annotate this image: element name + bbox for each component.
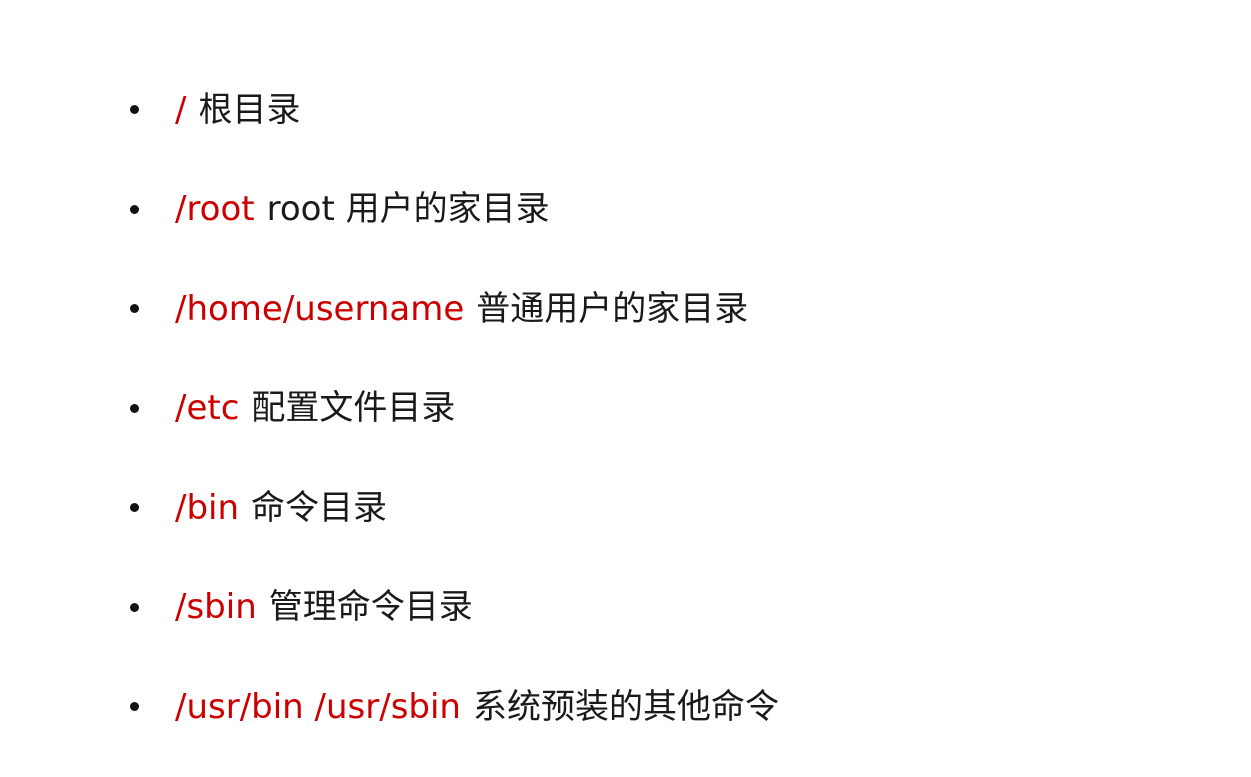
list-item-etc: /etc 配置文件目录	[120, 359, 779, 459]
bullet-icon	[130, 105, 139, 115]
directory-description: 管理命令目录	[268, 587, 473, 628]
bullet-icon	[130, 503, 139, 513]
directory-description: 配置文件目录	[251, 388, 456, 429]
slide: / 根目录 /root root 用户的家目录 /home/username 普…	[0, 0, 1251, 777]
directory-description: 系统预装的其他命令	[472, 686, 779, 727]
list-item-bin: /bin 命令目录	[120, 458, 779, 558]
directory-path: /usr/bin /usr/sbin	[175, 686, 461, 727]
bullet-icon	[130, 403, 139, 413]
directory-path: /home/username	[175, 288, 465, 329]
directory-path: /	[175, 89, 187, 130]
bullet-icon	[130, 602, 139, 612]
list-item-root-home: /root root 用户的家目录	[120, 160, 779, 260]
bullet-icon	[130, 304, 139, 314]
directory-description: root 用户的家目录	[266, 189, 550, 230]
directory-description: 命令目录	[251, 487, 388, 528]
bullet-icon	[130, 204, 139, 214]
directory-path: /bin	[175, 487, 240, 528]
bullet-icon	[130, 702, 139, 712]
directory-path: /etc	[175, 388, 240, 429]
list-item-sbin: /sbin 管理命令目录	[120, 558, 779, 658]
list-item-usr-bin-sbin: /usr/bin /usr/sbin 系统预装的其他命令	[120, 657, 779, 757]
directory-description: 根目录	[198, 89, 301, 130]
directory-description: 普通用户的家目录	[476, 288, 749, 329]
directory-path: /sbin	[175, 587, 257, 628]
list-item-root-dir: / 根目录	[120, 60, 779, 160]
directory-list: / 根目录 /root root 用户的家目录 /home/username 普…	[120, 60, 779, 757]
list-item-user-home: /home/username 普通用户的家目录	[120, 259, 779, 359]
directory-path: /root	[175, 189, 255, 230]
